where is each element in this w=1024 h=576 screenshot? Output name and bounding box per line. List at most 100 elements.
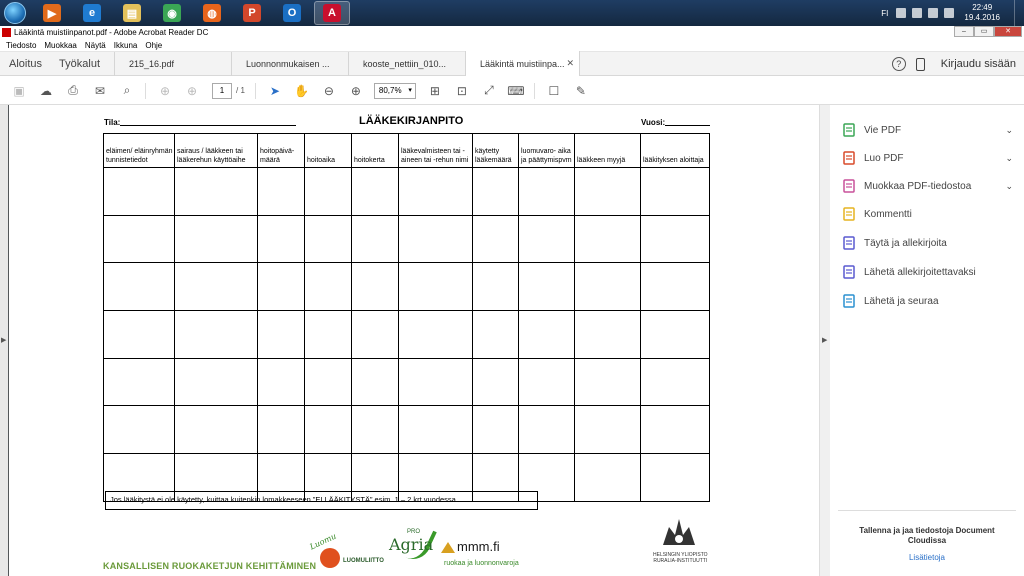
edit-pdf-tool[interactable]: Muokkaa PDF-tiedostoa ⌄ [842,179,1017,193]
send-for-signature-tool[interactable]: Lähetä allekirjoitettavaksi [842,265,1017,279]
clock[interactable]: 22:49 19.4.2016 [964,3,1000,23]
tab-laakinta-muistiinpanot[interactable]: Lääkintä muistiinpa... ✕ [465,51,580,76]
medication-log-table: eläimen/ eläinryhmän tunnistetiedot sair… [103,133,710,502]
next-page-icon[interactable]: ⊕ [184,83,200,99]
hand-tool-icon[interactable]: ✋ [294,83,310,99]
taskbar-acrobat-button[interactable]: A [314,1,350,25]
file-explorer-icon: ▤ [123,4,141,22]
tool-label: Lähetä ja seuraa [864,295,939,307]
column-header: eläimen/ eläinryhmän tunnistetiedot [103,133,175,168]
table-cell [257,262,305,312]
right-pane-toggle[interactable]: ▶ [819,105,830,576]
create-pdf-tool[interactable]: Luo PDF ⌄ [842,151,1017,165]
table-cell [472,214,519,264]
taskbar-media-player-button[interactable]: ▶ [34,1,70,25]
zoom-level-select[interactable]: 80,7% [373,82,416,99]
save-icon[interactable]: ▣ [11,83,27,99]
chevron-down-icon[interactable]: ⌄ [1005,125,1013,136]
flag-icon[interactable] [912,8,923,18]
table-cell [398,405,473,455]
main-toolbar: ▣ ☁ ⎙ ✉ ⌕ ⊕ ⊕ 1 / 1 ➤ ✋ ⊖ ⊕ 80,7% ⊞ ⊡ ⤢ … [0,77,1024,105]
vuosi-underline [665,125,710,126]
expand-right-icon[interactable]: ▶ [822,336,827,344]
fit-page-icon[interactable]: ⊡ [454,83,470,99]
email-icon[interactable]: ✉ [92,83,108,99]
chevron-down-icon[interactable]: ⌄ [1005,153,1013,164]
home-link[interactable]: Aloitus [9,58,42,70]
comment-tool[interactable]: Kommentti [842,207,1017,221]
document-cloud-promo: Tallenna ja jaa tiedostoja Document Clou… [859,526,995,545]
tab-label: 215_16.pdf [129,58,175,69]
start-button[interactable] [0,0,30,26]
table-cell [398,214,473,264]
tab-kooste-nettiin[interactable]: kooste_nettiin_010... [348,51,465,76]
window-title: Lääkintä muistiinpanot.pdf - Adobe Acrob… [14,28,209,37]
table-cell [103,167,175,216]
taskbar-file-explorer-button[interactable]: ▤ [114,1,150,25]
menu-help[interactable]: Ohje [145,41,162,50]
help-icon[interactable]: ? [891,57,906,71]
tab-luonnonmukaisen[interactable]: Luonnonmukaisen ... [231,51,348,76]
upload-cloud-icon[interactable]: ☁ [38,83,54,99]
network-icon[interactable] [928,8,939,18]
chevron-down-icon[interactable]: ⌄ [1005,181,1013,192]
column-header: lääkkeen myyjä [574,133,641,168]
previous-page-icon[interactable]: ⊕ [157,83,173,99]
table-cell [304,310,352,359]
expand-left-icon[interactable]: ▶ [1,336,6,344]
keyboard-icon[interactable] [896,8,907,18]
tools-pane: Vie PDF ⌄ Luo PDF ⌄ Muokkaa PDF-tiedosto… [830,105,1024,576]
tab-215-16[interactable]: 215_16.pdf [114,51,231,76]
select-arrow-icon[interactable]: ➤ [267,83,283,99]
full-screen-icon[interactable]: ⤢ [481,83,497,99]
zoom-out-icon[interactable]: ⊖ [321,83,337,99]
menu-window[interactable]: Ikkuna [114,41,138,50]
tools-link[interactable]: Työkalut [59,58,100,70]
table-cell [174,262,258,312]
signature-icon [842,265,856,279]
minimize-button[interactable]: – [954,26,974,37]
send-and-track-tool[interactable]: Lähetä ja seuraa [842,294,1017,308]
column-header: lääkevalmisteen tai -aineen tai -rehun n… [398,133,473,168]
fill-sign-tool[interactable]: Täytä ja allekirjoita [842,236,1017,250]
table-cell [304,405,352,455]
page-number-input[interactable]: 1 [212,82,232,99]
taskbar-chrome-button[interactable]: ◉ [154,1,190,25]
table-cell [398,167,473,216]
show-desktop-button[interactable] [1014,0,1024,26]
table-row [103,405,710,455]
left-pane-collapse[interactable]: ▶ [0,105,8,576]
page-display-icon[interactable]: ⊞ [427,83,443,99]
table-cell [472,262,519,312]
maximize-button[interactable]: ▭ [974,26,994,37]
learn-more-link[interactable]: Lisätietoja [842,553,1012,562]
keyboard-tools-icon[interactable]: ⌨ [507,83,524,99]
tab-close-icon[interactable]: ✕ [566,58,574,69]
sign-in-link[interactable]: Kirjaudu sisään [941,58,1016,70]
zoom-in-icon[interactable]: ⊕ [348,83,364,99]
export-pdf-tool[interactable]: Vie PDF ⌄ [842,123,1017,137]
column-header: luomuvaro- aika ja päättymispvm [518,133,575,168]
language-indicator[interactable]: FI [881,9,888,18]
table-cell [518,262,575,312]
taskbar-powerpoint-button[interactable]: P [234,1,270,25]
search-icon[interactable]: ⌕ [119,83,135,99]
mobile-link-icon[interactable] [915,57,925,71]
table-cell [472,405,519,455]
print-icon[interactable]: ⎙ [65,83,81,99]
menu-view[interactable]: Näytä [85,41,106,50]
system-tray: FI 22:49 19.4.2016 [881,0,1024,26]
table-cell [574,167,641,216]
tab-bar: Aloitus Työkalut 215_16.pdf Luonnonmukai… [0,51,1024,76]
menu-edit[interactable]: Muokkaa [44,41,76,50]
volume-icon[interactable] [944,8,955,18]
close-button[interactable]: ✕ [994,26,1022,37]
taskbar-internet-explorer-button[interactable]: e [74,1,110,25]
highlight-pen-icon[interactable]: ✎ [573,83,589,99]
comment-icon[interactable]: ☐ [546,83,562,99]
create-pdf-icon [842,151,856,165]
menu-file[interactable]: Tiedosto [6,41,36,50]
taskbar-firefox-button[interactable]: ◍ [194,1,230,25]
taskbar-outlook-button[interactable]: O [274,1,310,25]
column-header: lääkityksen aloittaja [640,133,710,168]
